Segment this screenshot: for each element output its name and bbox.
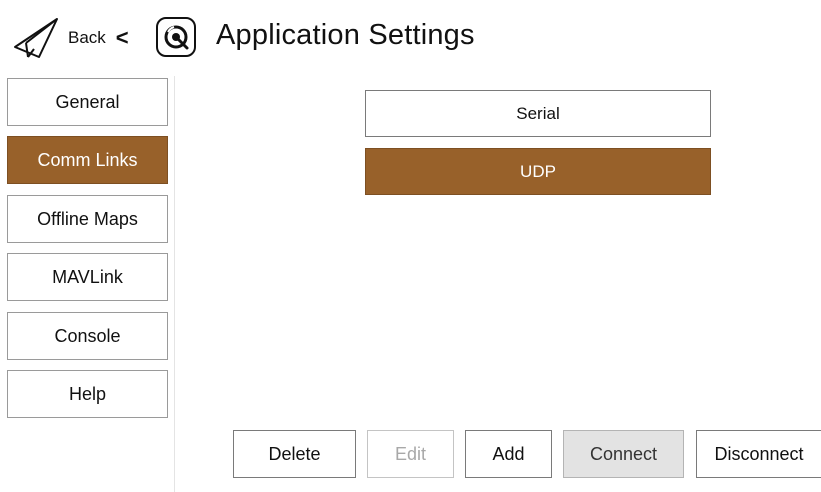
chevron-left-icon: < xyxy=(115,25,129,50)
top-bar: Back < Application Settings xyxy=(0,0,821,76)
q-logo-glyph-icon xyxy=(164,25,189,50)
delete-button[interactable]: Delete xyxy=(233,430,356,478)
sidebar-item-mavlink[interactable]: MAVLink xyxy=(7,253,168,301)
sidebar-item-console[interactable]: Console xyxy=(7,312,168,360)
sidebar-item-comm-links[interactable]: Comm Links xyxy=(7,136,168,184)
back-label: Back xyxy=(68,28,106,47)
link-item-serial[interactable]: Serial xyxy=(365,90,711,137)
sidebar-item-help[interactable]: Help xyxy=(7,370,168,418)
back-button[interactable]: Back < xyxy=(12,14,129,62)
page-title: Application Settings xyxy=(216,19,475,51)
settings-sidebar: General Comm Links Offline Maps MAVLink … xyxy=(0,76,175,492)
sidebar-item-offline-maps[interactable]: Offline Maps xyxy=(7,195,168,243)
add-button[interactable]: Add xyxy=(465,430,552,478)
qgroundcontrol-logo-icon[interactable] xyxy=(156,17,196,57)
disconnect-button[interactable]: Disconnect xyxy=(696,430,821,478)
paper-plane-icon xyxy=(14,18,58,58)
edit-button[interactable]: Edit xyxy=(367,430,454,478)
connect-button[interactable]: Connect xyxy=(563,430,684,478)
link-item-udp[interactable]: UDP xyxy=(365,148,711,195)
sidebar-item-general[interactable]: General xyxy=(7,78,168,126)
